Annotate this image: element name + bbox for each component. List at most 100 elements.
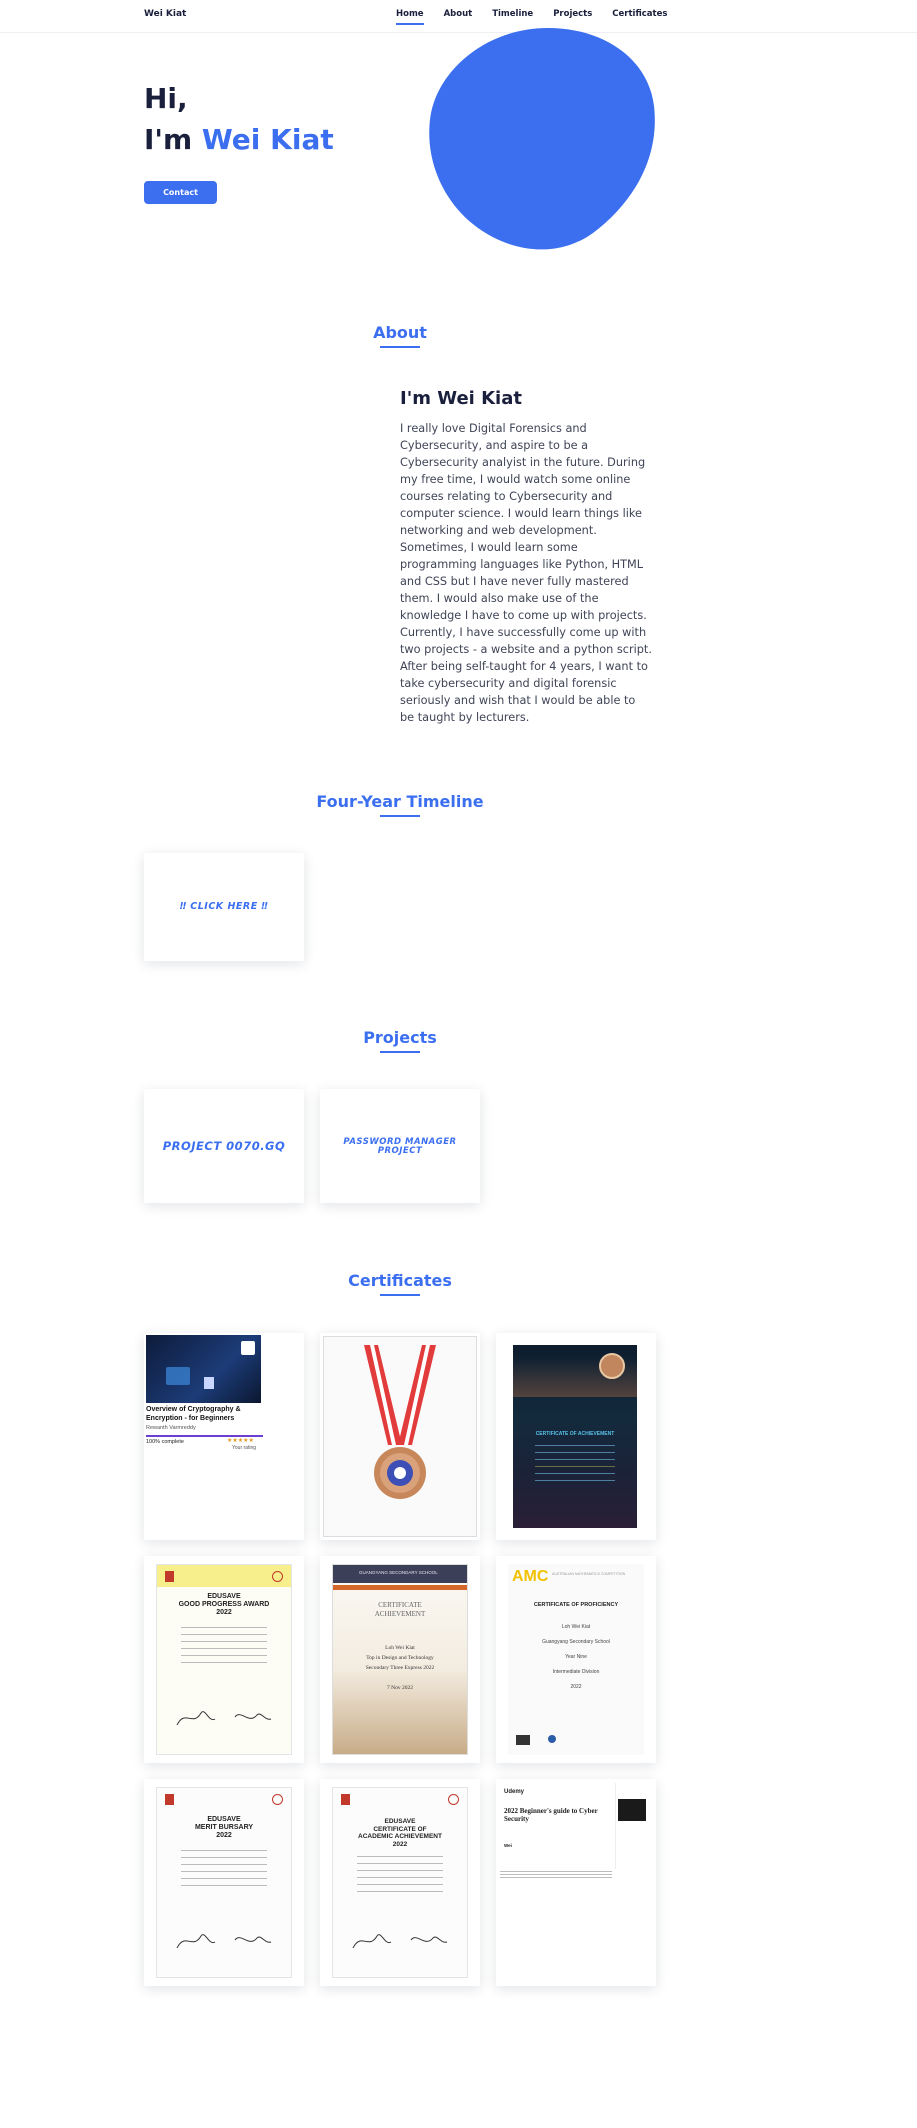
instructor-photo [618, 1799, 646, 1821]
udemy-brand: Udemy [504, 1789, 525, 1795]
rating-stars: ★★★★★ [227, 1437, 254, 1444]
info-icon [241, 1341, 255, 1355]
timeline-section-title: Four-Year Timeline [0, 792, 800, 817]
merit-bursary-document: EDUSAVE MERIT BURSARY 2022 [156, 1787, 292, 1978]
dt-accent-band [333, 1585, 467, 1590]
about-section-title: About [0, 323, 800, 348]
title-underline [380, 815, 420, 817]
about-heading: I'm Wei Kiat [400, 388, 522, 409]
hero-greeting: Hi, [144, 82, 188, 115]
dt-document: GUANGYANG SECONDARY SCHOOL CERTIFICATE A… [332, 1564, 468, 1755]
academic-title-line3: ACADEMIC ACHIEVEMENT [358, 1833, 442, 1840]
good-progress-title-line1: EDUSAVE [207, 1593, 241, 1600]
amc-division: Intermediate Division [552, 1669, 600, 1675]
sponsor-logo-icon [548, 1735, 556, 1743]
academic-title-line1: EDUSAVE [384, 1818, 416, 1825]
certificate-card-achievement[interactable]: CERTIFICATE OF ACHIEVEMENT [496, 1333, 656, 1540]
amc-recipient: Loh Wei Kiat [561, 1624, 591, 1630]
course-title: Overview of Cryptography & Encryption - … [146, 1406, 241, 1422]
project-password-manager-label: PASSWORD MANAGER PROJECT [343, 1137, 457, 1156]
udemy-certificate-document: Udemy 2022 Beginner's guide to Cyber Sec… [500, 1783, 616, 1869]
signatures [352, 1934, 448, 1949]
achievement-title: CERTIFICATE OF ACHIEVEMENT [535, 1431, 615, 1437]
certificates-section-title: Certificates [0, 1271, 800, 1296]
merit-title-line3: 2022 [216, 1832, 232, 1839]
course-progress: 100% complete [146, 1439, 184, 1445]
certificate-card-udemy-cyber-security[interactable]: Udemy 2022 Beginner's guide to Cyber Sec… [496, 1779, 656, 1986]
site-logo[interactable]: Wei Kiat [144, 9, 186, 19]
project-card-password-manager[interactable]: PASSWORD MANAGER PROJECT [320, 1089, 480, 1203]
hero-title: Hi, I'm Wei Kiat [144, 78, 334, 160]
certificate-card-amc[interactable]: AMC AUSTRALIAN MATHEMATICS COMPETITION C… [496, 1556, 656, 1763]
edusave-logo-icon [272, 1794, 283, 1805]
lock-icon [204, 1377, 214, 1389]
certificate-card-academic-achievement[interactable]: EDUSAVE CERTIFICATE OF ACADEMIC ACHIEVEM… [320, 1779, 480, 1986]
timeline-card[interactable]: ‼ CLICK HERE ‼ [144, 853, 304, 961]
merit-bursary-title: EDUSAVE MERIT BURSARY 2022 [157, 1816, 291, 1840]
title-underline [380, 1051, 420, 1053]
projects-section-title-text: Projects [363, 1028, 437, 1047]
school-crest-icon [165, 1571, 174, 1582]
certificate-card-design-technology[interactable]: GUANGYANG SECONDARY SCHOOL CERTIFICATE A… [320, 1556, 480, 1763]
dt-title-line1: CERTIFICATE [378, 1601, 422, 1609]
amc-org: AUSTRALIAN MATHEMATICS COMPETITION [552, 1572, 626, 1576]
timeline-card-label: ‼ CLICK HERE ‼ [180, 901, 268, 912]
main-nav: Home About Timeline Projects Certificate… [396, 9, 667, 25]
good-progress-document: EDUSAVE GOOD PROGRESS AWARD 2022 [156, 1564, 292, 1755]
course-author: Rewanth Varmreddy [146, 1425, 196, 1431]
hero-blob-shape [429, 28, 655, 250]
medal-icon [364, 1345, 436, 1499]
udemy-recipient: Wei [504, 1843, 512, 1848]
certificate-card-merit-bursary[interactable]: EDUSAVE MERIT BURSARY 2022 [144, 1779, 304, 1986]
school-crest-icon [341, 1794, 350, 1805]
udemy-description-lines [500, 1871, 612, 1880]
academic-document: EDUSAVE CERTIFICATE OF ACADEMIC ACHIEVEM… [332, 1787, 468, 1978]
certificate-card-udemy-cryptography[interactable]: Overview of Cryptography & Encryption - … [144, 1333, 304, 1540]
amc-title: CERTIFICATE OF PROFICIENCY [533, 1602, 619, 1608]
about-text: I really love Digital Forensics and Cybe… [400, 422, 652, 724]
edusave-logo-icon [272, 1571, 283, 1582]
amc-document: AMC AUSTRALIAN MATHEMATICS COMPETITION C… [508, 1564, 644, 1755]
certificate-card-medal[interactable] [320, 1333, 480, 1540]
certificate-card-good-progress[interactable]: EDUSAVE GOOD PROGRESS AWARD 2022 [144, 1556, 304, 1763]
nav-timeline[interactable]: Timeline [492, 9, 533, 19]
academic-text-lines [357, 1856, 443, 1898]
hero-intro-prefix: I'm [144, 123, 202, 156]
title-underline [380, 346, 420, 348]
academic-title-line2: CERTIFICATE OF [373, 1825, 427, 1833]
merit-title-line2: MERIT BURSARY [194, 1824, 254, 1831]
signatures [176, 1711, 272, 1726]
dt-title-line2: ACHIEVEMENT [374, 1610, 426, 1618]
dt-subject: Top in Design and Technology [366, 1655, 434, 1661]
academic-title-line4: 2022 [392, 1840, 408, 1848]
project-card-0070[interactable]: PROJECT 0070.GQ [144, 1089, 304, 1203]
dt-level: Secondary Three Express 2022 [365, 1665, 435, 1671]
nav-about[interactable]: About [444, 9, 473, 19]
nav-projects[interactable]: Projects [553, 9, 592, 19]
academic-title: EDUSAVE CERTIFICATE OF ACADEMIC ACHIEVEM… [333, 1818, 467, 1848]
document-header-band [157, 1565, 291, 1587]
project-0070-label: PROJECT 0070.GQ [162, 1139, 286, 1153]
edusave-logo-icon [448, 1794, 459, 1805]
achievement-poster: CERTIFICATE OF ACHIEVEMENT [513, 1345, 637, 1528]
award-badge-icon [599, 1353, 625, 1379]
good-progress-title: EDUSAVE GOOD PROGRESS AWARD 2022 [157, 1593, 291, 1617]
merit-text-lines [181, 1850, 267, 1892]
dt-school-name: GUANGYANG SECONDARY SCHOOL [359, 1570, 438, 1575]
rating-label: Your rating [232, 1445, 256, 1451]
good-progress-text-lines [181, 1627, 267, 1669]
nav-certificates[interactable]: Certificates [612, 9, 667, 19]
amc-footer-logo-icon [516, 1735, 530, 1745]
amc-year: 2022 [570, 1684, 582, 1690]
hero-name: Wei Kiat [201, 123, 334, 156]
udemy-course-title: 2022 Beginner's guide to Cyber Security [504, 1807, 598, 1823]
dt-details: Loh Wei Kiat Top in Design and Technolog… [333, 1643, 467, 1693]
amc-details: Loh Wei Kiat Guangyang Secondary School … [508, 1620, 644, 1695]
title-underline [380, 1294, 420, 1296]
signatures [176, 1934, 272, 1949]
about-section-title-text: About [373, 323, 427, 342]
laptop-icon [166, 1367, 190, 1385]
nav-home[interactable]: Home [396, 9, 424, 25]
hero-intro: I'm Wei Kiat [144, 119, 334, 160]
contact-button[interactable]: Contact [144, 181, 217, 204]
